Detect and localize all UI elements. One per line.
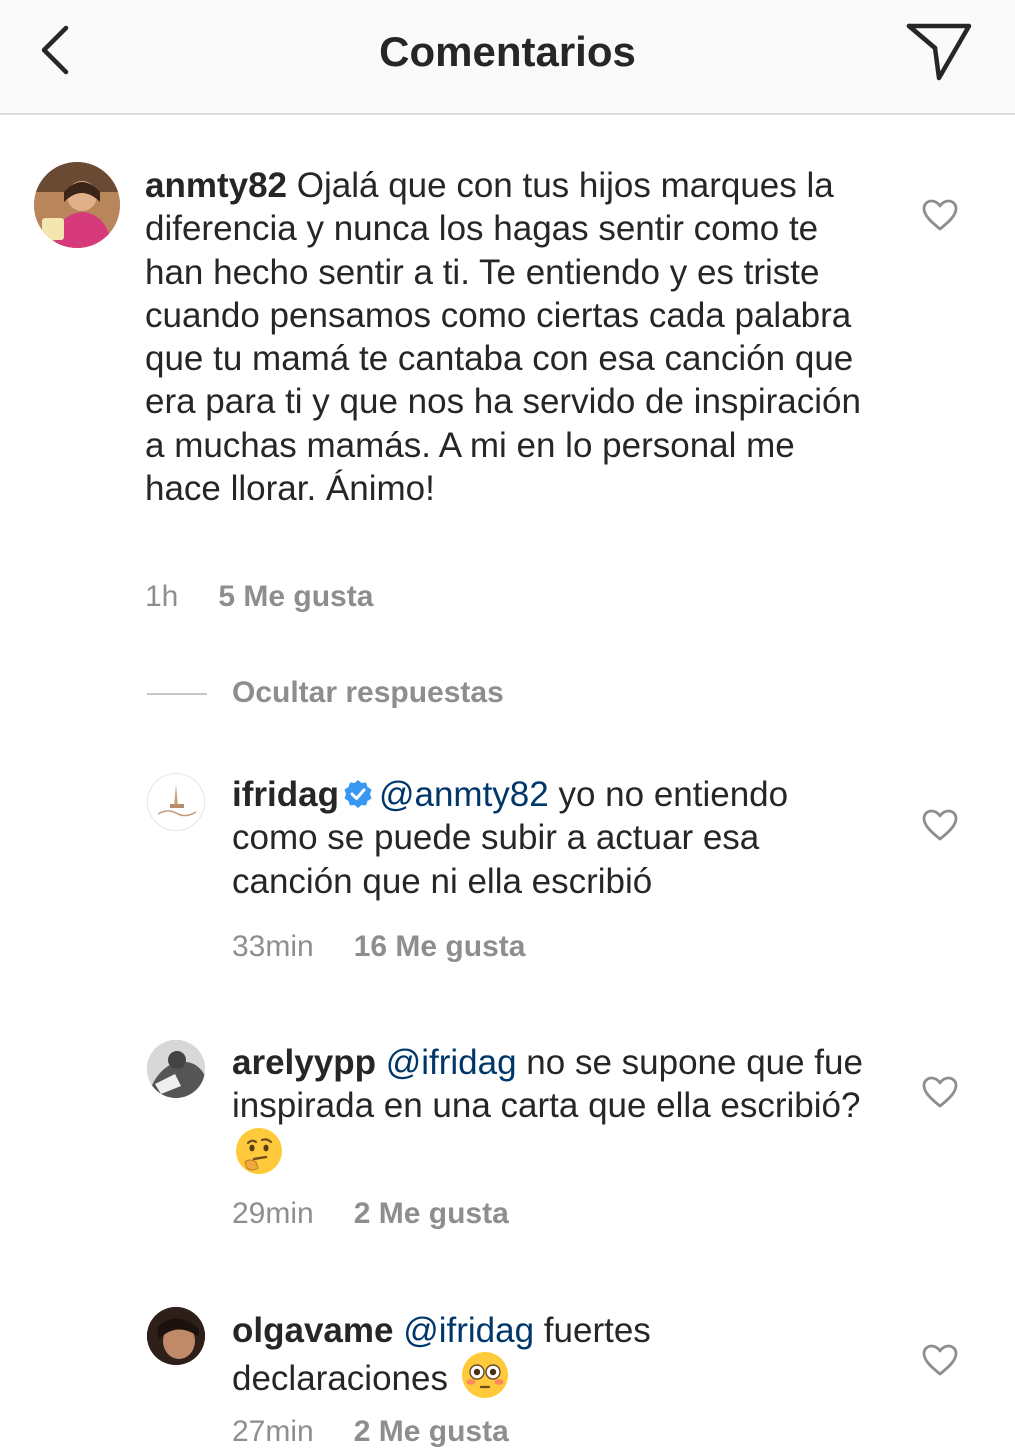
reply-text: ifridag @anmty82 yo no entiendo como se …	[232, 773, 872, 903]
reply-text: olgavame @ifridag fuertes declaraciones	[232, 1309, 872, 1401]
avatar[interactable]	[147, 1307, 205, 1365]
reply-mention[interactable]: @ifridag	[403, 1311, 534, 1350]
reply-meta: 29min 2 Me gusta	[232, 1197, 509, 1231]
reply-meta: 27min 2 Me gusta	[232, 1415, 509, 1449]
hide-replies-button[interactable]: Ocultar respuestas	[232, 676, 504, 710]
comment-body: Ojalá que con tus hijos marques la difer…	[145, 166, 861, 509]
share-button[interactable]	[903, 18, 975, 84]
top-bar: Comentarios	[0, 0, 1015, 115]
avatar-photo	[147, 1040, 205, 1098]
reply-mention[interactable]: @ifridag	[386, 1043, 517, 1082]
reply-meta: 33min 16 Me gusta	[232, 930, 525, 964]
comment-meta: 1h 5 Me gusta	[145, 580, 373, 614]
reply-time: 33min	[232, 930, 314, 963]
comment-likes[interactable]: 5 Me gusta	[218, 580, 373, 613]
reply-time: 29min	[232, 1197, 314, 1230]
heart-icon	[922, 199, 958, 231]
reply-likes[interactable]: 16 Me gusta	[354, 930, 526, 963]
reply-time: 27min	[232, 1415, 314, 1448]
heart-icon	[922, 1076, 958, 1108]
verified-badge-icon	[344, 780, 372, 808]
like-button[interactable]	[921, 198, 959, 232]
flushed-face-emoji	[461, 1352, 508, 1399]
comment-username[interactable]: anmty82	[145, 166, 287, 205]
reply-likes[interactable]: 2 Me gusta	[354, 1415, 509, 1448]
like-button[interactable]	[921, 1343, 959, 1377]
reply-text: arelyypp @ifridag no se supone que fue i…	[232, 1041, 872, 1176]
avatar[interactable]	[147, 773, 205, 831]
reply-username[interactable]: ifridag	[232, 775, 339, 814]
like-button[interactable]	[921, 1075, 959, 1109]
paper-plane-icon	[906, 23, 972, 81]
heart-icon	[922, 809, 958, 841]
like-button[interactable]	[921, 808, 959, 842]
avatar[interactable]	[34, 162, 120, 248]
heart-icon	[922, 1344, 958, 1376]
avatar[interactable]	[147, 1040, 205, 1098]
avatar-photo	[147, 1307, 205, 1365]
avatar-logo	[157, 784, 197, 817]
reply-username[interactable]: olgavame	[232, 1311, 393, 1350]
divider	[147, 693, 207, 695]
reply-mention[interactable]: @anmty82	[379, 775, 549, 814]
page-title: Comentarios	[379, 28, 636, 75]
avatar-photo	[34, 162, 120, 248]
thinking-face-emoji	[236, 1127, 282, 1174]
reply-likes[interactable]: 2 Me gusta	[354, 1197, 509, 1230]
comment-text: anmty82 Ojalá que con tus hijos marques …	[145, 164, 865, 510]
reply-username[interactable]: arelyypp	[232, 1043, 376, 1082]
comment-time: 1h	[145, 580, 179, 613]
